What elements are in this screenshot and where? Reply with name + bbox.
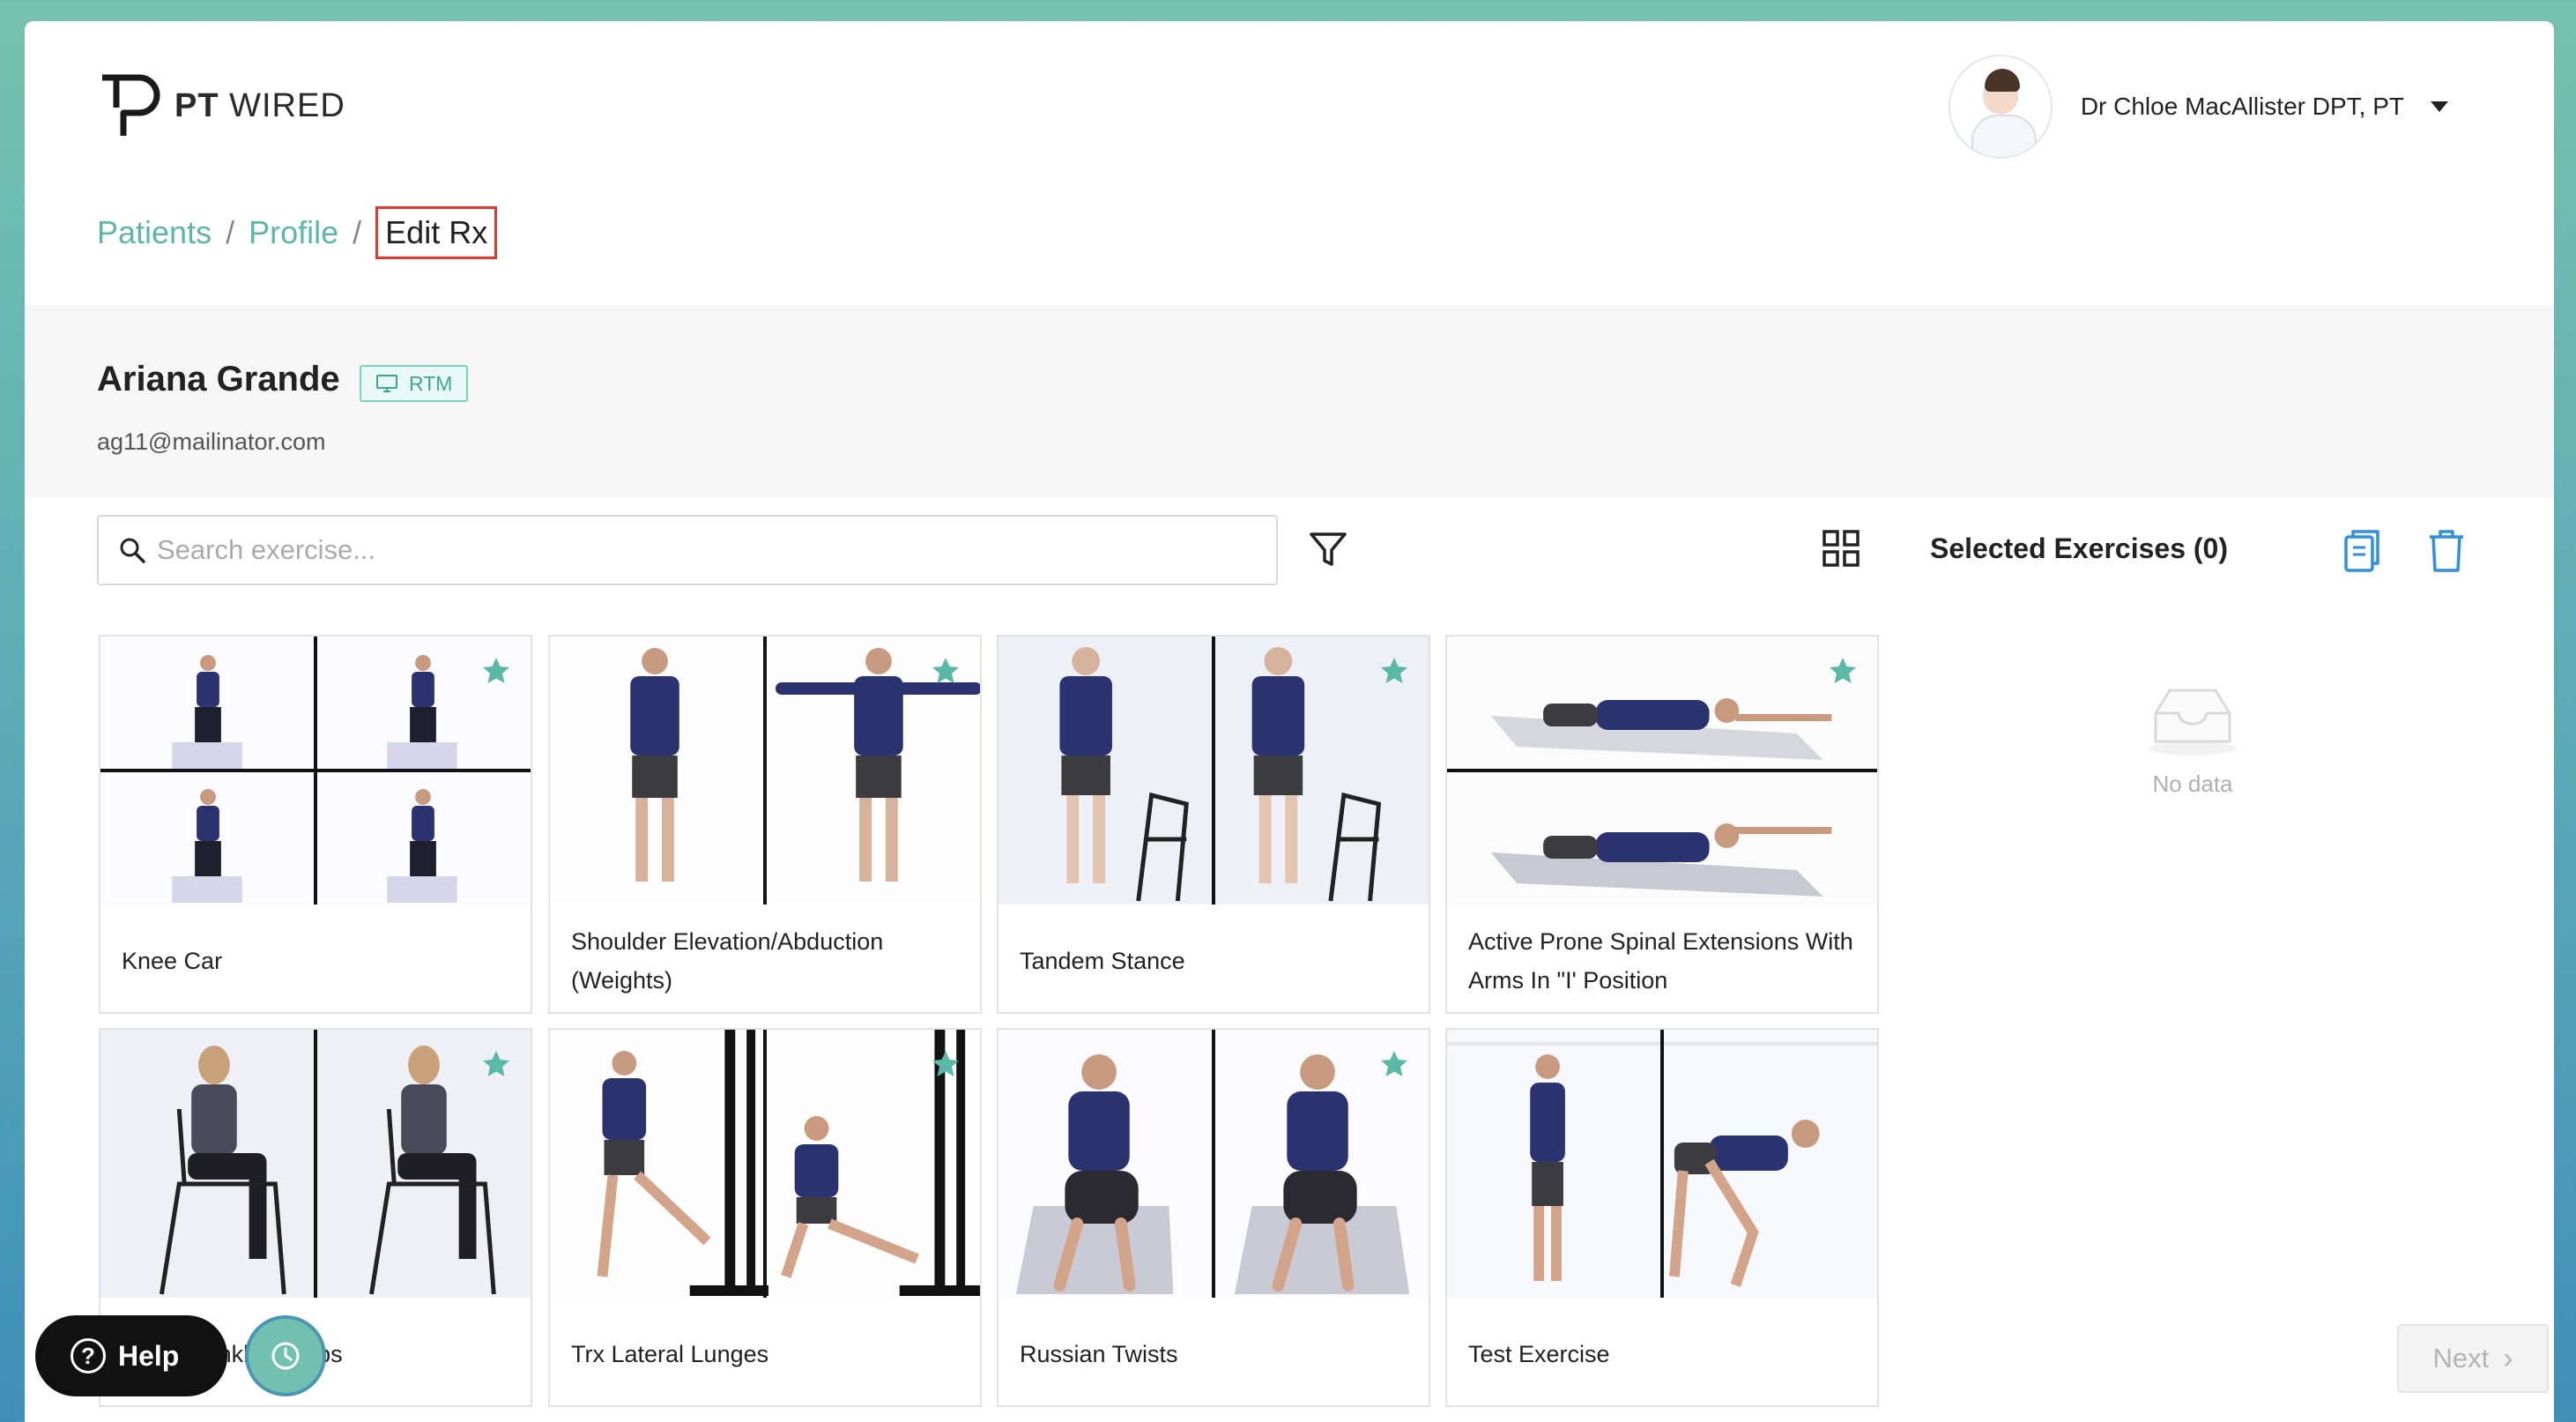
exercise-thumbnail	[998, 1030, 1429, 1298]
favorite-star-icon[interactable]	[481, 656, 511, 686]
patient-header: Ariana Grande RTM ag11@mailinator.com	[25, 305, 2554, 497]
exercise-card[interactable]: Russian Twists	[997, 1028, 1430, 1407]
user-menu[interactable]: Dr Chloe MacAllister DPT, PT	[1948, 55, 2448, 159]
rtm-badge: RTM	[360, 365, 469, 402]
selected-exercises-title: Selected Exercises (0)	[1930, 532, 2228, 564]
monitor-icon	[376, 375, 397, 392]
patient-name: Ariana Grande	[97, 360, 340, 398]
logo-icon	[102, 74, 160, 136]
exercise-name: Trx Lateral Lunges	[571, 1341, 769, 1367]
history-fab-button[interactable]	[245, 1315, 326, 1396]
breadcrumb-separator: /	[353, 214, 362, 250]
help-button[interactable]: ? Help	[35, 1315, 227, 1396]
breadcrumb-separator: /	[226, 214, 235, 250]
caret-down-icon[interactable]	[2431, 101, 2448, 112]
empty-state: No data	[2127, 678, 2259, 798]
logo-text-bold: PT	[174, 86, 219, 124]
clipboard-copy-icon[interactable]	[2341, 528, 2383, 574]
favorite-star-icon[interactable]	[1828, 656, 1858, 686]
exercise-card[interactable]: Trx Lateral Lunges	[548, 1028, 982, 1407]
grid-view-icon[interactable]	[1821, 528, 1861, 569]
exercise-thumbnail	[1447, 637, 1877, 905]
search-input[interactable]	[157, 534, 1214, 566]
avatar	[1948, 55, 2053, 159]
favorite-star-icon[interactable]	[481, 1049, 511, 1079]
next-button-label: Next	[2432, 1343, 2490, 1374]
logo-text-light: WIRED	[229, 86, 345, 124]
app-window: PT WIRED Dr Chloe MacAllister DPT, PT Pa…	[25, 21, 2554, 1422]
next-button[interactable]: Next ›	[2397, 1324, 2549, 1393]
breadcrumb-current: Edit Rx	[375, 206, 498, 259]
exercise-card[interactable]: Shoulder Elevation/Abduction (Weights)	[548, 635, 982, 1014]
favorite-star-icon[interactable]	[1379, 1049, 1409, 1079]
empty-inbox-icon	[2149, 689, 2237, 756]
favorite-star-icon[interactable]	[931, 656, 961, 686]
exercise-thumbnail	[100, 1030, 531, 1298]
exercise-name: Knee Car	[122, 948, 223, 974]
exercise-name: Shoulder Elevation/Abduction (Weights)	[571, 928, 884, 994]
user-name: Dr Chloe MacAllister DPT, PT	[2080, 93, 2404, 120]
history-icon	[271, 1342, 300, 1370]
exercise-name: Test Exercise	[1468, 1341, 1610, 1367]
logo-text: PT WIRED	[174, 87, 345, 125]
exercise-card[interactable]: Test Exercise	[1445, 1028, 1879, 1407]
rtm-badge-label: RTM	[409, 371, 453, 395]
favorite-star-icon[interactable]	[1379, 656, 1409, 686]
filter-icon[interactable]	[1307, 528, 1349, 570]
search-icon	[120, 538, 145, 563]
exercise-name: Tandem Stance	[1020, 948, 1185, 974]
exercise-card[interactable]: Tandem Stance	[997, 635, 1430, 1014]
question-mark-icon: ?	[71, 1338, 106, 1374]
patient-email: ag11@mailinator.com	[97, 428, 326, 455]
exercise-thumbnail	[998, 637, 1429, 905]
help-button-label: Help	[118, 1339, 180, 1372]
breadcrumb-patients[interactable]: Patients	[97, 214, 212, 251]
breadcrumb-profile[interactable]: Profile	[249, 214, 338, 251]
exercise-thumbnail	[550, 1030, 980, 1298]
exercise-thumbnail	[550, 637, 980, 905]
breadcrumb: Patients / Profile / Edit Rx	[97, 206, 498, 259]
empty-state-text: No data	[2152, 771, 2233, 797]
exercise-card[interactable]: Knee Car	[99, 635, 532, 1014]
exercise-name: Active Prone Spinal Extensions With Arms…	[1468, 928, 1853, 994]
trash-icon[interactable]	[2426, 528, 2467, 574]
chevron-right-icon: ›	[2503, 1341, 2513, 1375]
favorite-star-icon[interactable]	[931, 1049, 961, 1079]
exercise-thumbnail	[100, 637, 531, 905]
exercise-name: Russian Twists	[1020, 1341, 1178, 1367]
exercise-card[interactable]: Active Prone Spinal Extensions With Arms…	[1445, 635, 1879, 1014]
search-box	[97, 515, 1278, 585]
pt-wired-logo[interactable]: PT WIRED	[97, 72, 345, 139]
exercise-thumbnail	[1447, 1030, 1877, 1298]
